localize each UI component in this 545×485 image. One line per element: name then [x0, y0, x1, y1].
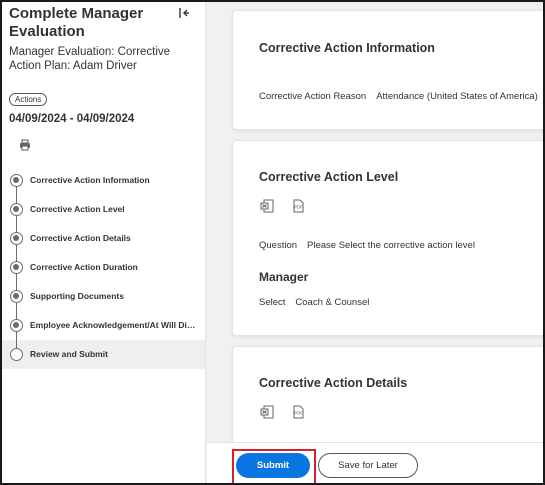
submit-button[interactable]: Submit — [236, 453, 310, 478]
step-label: Corrective Action Level — [30, 204, 125, 214]
manager-heading: Manager — [259, 270, 309, 284]
step-complete-icon — [10, 319, 23, 332]
step-corrective-action-duration[interactable]: Corrective Action Duration — [2, 253, 205, 282]
step-complete-icon — [10, 232, 23, 245]
action-footer: Submit Save for Later — [207, 442, 543, 483]
task-sidebar: Complete Manager Evaluation Manager Eval… — [2, 2, 206, 483]
step-corrective-action-level[interactable]: Corrective Action Level — [2, 195, 205, 224]
step-supporting-documents[interactable]: Supporting Documents — [2, 282, 205, 311]
select-label: Select — [259, 297, 286, 308]
step-label: Corrective Action Details — [30, 233, 131, 243]
pdf-export-icon[interactable]: PDF — [291, 199, 305, 213]
svg-text:PDF: PDF — [294, 205, 303, 210]
save-for-later-button[interactable]: Save for Later — [318, 453, 418, 478]
step-corrective-action-information[interactable]: Corrective Action Information — [2, 166, 205, 195]
step-label: Employee Acknowledgement/At Will Discl..… — [30, 320, 200, 330]
step-current-icon — [10, 348, 23, 361]
app-frame: Complete Manager Evaluation Manager Eval… — [0, 0, 545, 485]
process-steps: Corrective Action Information Corrective… — [2, 166, 205, 369]
reason-field: Corrective Action Reason Attendance (Unit… — [259, 91, 538, 102]
step-label: Corrective Action Information — [30, 175, 150, 185]
question-value: Please Select the corrective action leve… — [307, 240, 475, 251]
review-content: Corrective Action Information Corrective… — [207, 2, 543, 442]
step-label: Review and Submit — [30, 349, 108, 359]
pdf-export-icon[interactable]: PDF — [291, 405, 305, 419]
excel-export-icon[interactable] — [260, 199, 274, 213]
date-range: 04/09/2024 - 04/09/2024 — [9, 113, 135, 125]
reason-label: Corrective Action Reason — [259, 91, 367, 102]
print-icon[interactable] — [19, 139, 31, 151]
svg-text:PDF: PDF — [294, 411, 303, 416]
step-review-and-submit[interactable]: Review and Submit — [2, 340, 205, 369]
card-title: Corrective Action Level — [259, 170, 399, 184]
task-title: Complete Manager Evaluation — [9, 5, 144, 40]
step-corrective-action-details[interactable]: Corrective Action Details — [2, 224, 205, 253]
reason-value: Attendance (United States of America) — [376, 91, 538, 102]
select-value: Coach & Counsel — [295, 297, 370, 308]
step-label: Corrective Action Duration — [30, 262, 138, 272]
step-employee-acknowledgement[interactable]: Employee Acknowledgement/At Will Discl..… — [2, 311, 205, 340]
step-complete-icon — [10, 174, 23, 187]
step-label: Supporting Documents — [30, 291, 124, 301]
card-corrective-action-details: Corrective Action Details PDF — [232, 346, 543, 442]
card-corrective-action-level: Corrective Action Level PDF Question Plea… — [232, 140, 543, 336]
step-complete-icon — [10, 290, 23, 303]
card-corrective-action-information: Corrective Action Information Corrective… — [232, 10, 543, 130]
actions-button[interactable]: Actions — [9, 93, 48, 106]
task-subtitle: Manager Evaluation: Corrective Action Pl… — [9, 46, 171, 72]
question-label: Question — [259, 240, 298, 251]
excel-export-icon[interactable] — [260, 405, 274, 419]
select-field: Select Coach & Counsel — [259, 297, 369, 308]
question-field: Question Please Select the corrective act… — [259, 240, 475, 251]
step-complete-icon — [10, 261, 23, 274]
collapse-panel-icon[interactable] — [178, 7, 190, 19]
card-title: Corrective Action Information — [259, 41, 435, 55]
card-title: Corrective Action Details — [259, 376, 408, 390]
step-complete-icon — [10, 203, 23, 216]
